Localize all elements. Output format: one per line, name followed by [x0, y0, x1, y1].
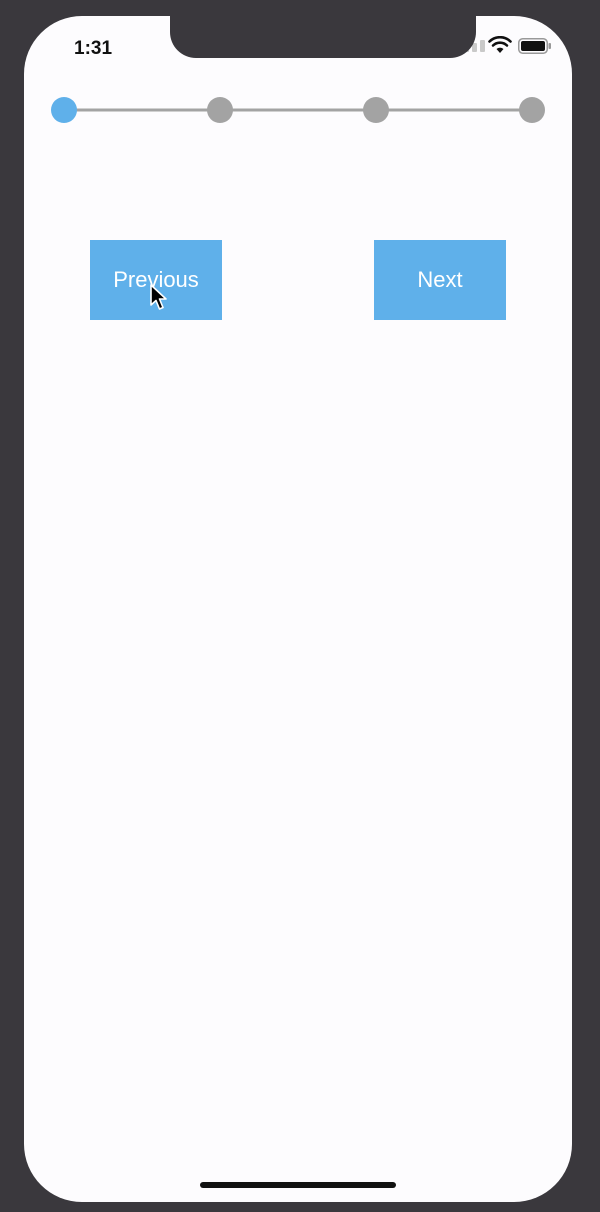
step-3-dot[interactable] — [363, 97, 389, 123]
battery-icon — [518, 38, 551, 54]
step-2-dot[interactable] — [207, 97, 233, 123]
status-time: 1:31 — [74, 38, 113, 59]
device-notch — [170, 16, 476, 58]
mouse-cursor-icon — [150, 284, 167, 310]
wifi-icon — [488, 36, 512, 53]
phone-frame: 1:31 Previous Next — [0, 0, 600, 1212]
home-indicator[interactable] — [200, 1182, 396, 1188]
next-button[interactable]: Next — [374, 240, 506, 320]
step-1-dot[interactable] — [51, 97, 77, 123]
step-4-dot[interactable] — [519, 97, 545, 123]
step-connector-line — [64, 108, 532, 112]
step-progress-indicator — [51, 94, 560, 126]
app-screen: 1:31 Previous Next — [24, 16, 572, 1202]
